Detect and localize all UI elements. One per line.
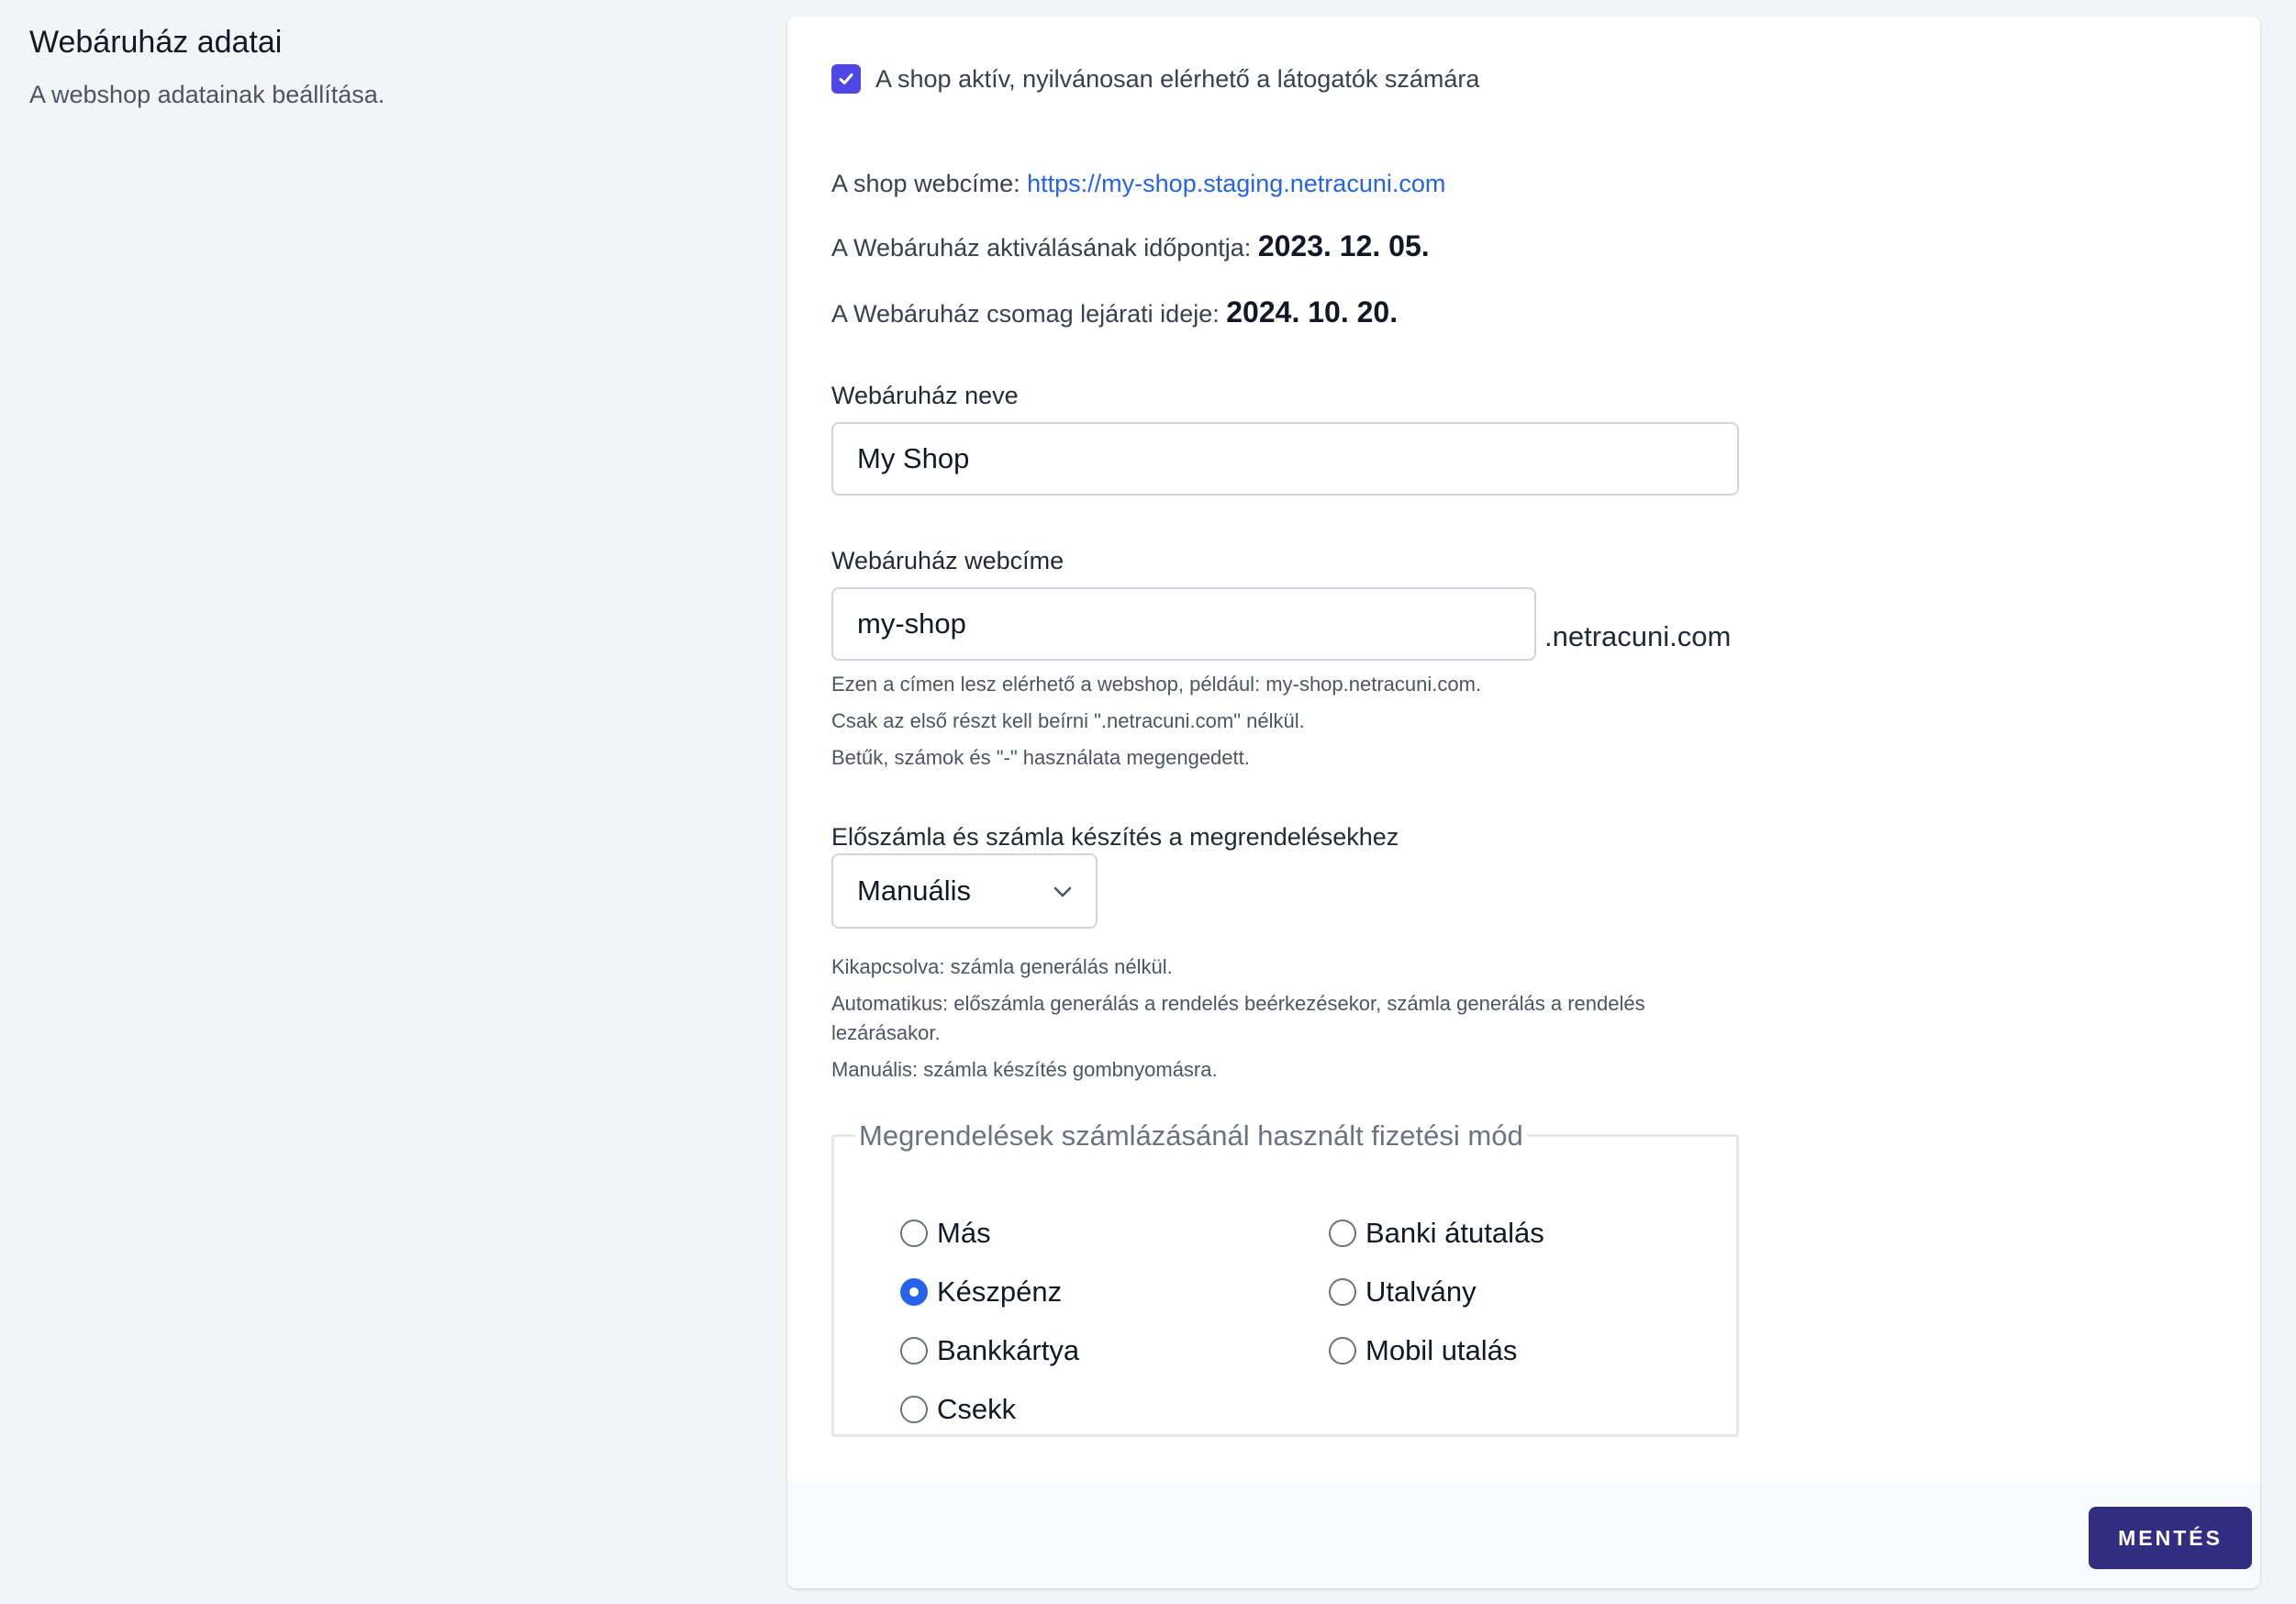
shop-name-label: Webáruház neve bbox=[831, 382, 1019, 409]
settings-card: A shop aktív, nyilvánosan elérhető a lát… bbox=[787, 17, 2260, 1588]
radio-button[interactable] bbox=[900, 1220, 928, 1247]
section-title: Webáruház adatai bbox=[29, 25, 283, 60]
payment-option-label: Készpénz bbox=[937, 1275, 1063, 1308]
payment-option-csekk[interactable]: Csekk bbox=[900, 1391, 1016, 1428]
payment-option-bankkartya[interactable]: Bankkártya bbox=[900, 1332, 1079, 1369]
section-header: Webáruház adatai A webshop adatainak beá… bbox=[29, 24, 745, 110]
shop-domain-help-3: Betűk, számok és "-" használata megenged… bbox=[831, 746, 1250, 769]
shop-domain-help-2: Csak az első részt kell beírni ".netracu… bbox=[831, 709, 1305, 732]
save-button[interactable]: MENTÉS bbox=[2089, 1507, 2252, 1569]
expiry-date-label: A Webáruház csomag lejárati ideje: bbox=[831, 300, 1220, 328]
invoicing-help-2: Automatikus: előszámla generálás a rende… bbox=[831, 992, 1645, 1044]
shop-url-label: A shop webcíme: bbox=[831, 170, 1020, 197]
invoicing-label: Előszámla és számla készítés a megrendel… bbox=[831, 823, 1399, 851]
invoicing-help-3: Manuális: számla készítés gombnyomásra. bbox=[831, 1058, 1218, 1081]
shop-active-label[interactable]: A shop aktív, nyilvánosan elérhető a lát… bbox=[875, 62, 1479, 95]
payment-method-legend: Megrendelések számlázásánál használt fiz… bbox=[855, 1118, 1527, 1154]
shop-domain-input[interactable]: my-shop bbox=[831, 587, 1536, 661]
shop-domain-help-1: Ezen a címen lesz elérhető a webshop, pé… bbox=[831, 673, 1482, 696]
activation-date-row: A Webáruház aktiválásának időpontja: 202… bbox=[831, 228, 1430, 266]
chevron-down-icon bbox=[1053, 886, 1072, 897]
card-body: A shop aktív, nyilvánosan elérhető a lát… bbox=[787, 17, 2260, 1481]
payment-option-label: Csekk bbox=[937, 1393, 1017, 1425]
invoicing-selected-value: Manuális bbox=[857, 874, 972, 907]
radio-button[interactable] bbox=[1329, 1278, 1356, 1306]
payment-option-label: Más bbox=[937, 1217, 991, 1249]
section-description: A webshop adatainak beállítása. bbox=[29, 81, 385, 108]
checkmark-icon bbox=[839, 73, 853, 84]
expiry-date-value: 2024. 10. 20. bbox=[1226, 295, 1399, 329]
payment-option-label: Bankkártya bbox=[937, 1334, 1080, 1366]
radio-button[interactable] bbox=[1329, 1220, 1356, 1247]
payment-option-mas[interactable]: Más bbox=[900, 1215, 991, 1252]
invoicing-help-1: Kikapcsolva: számla generálás nélkül. bbox=[831, 955, 1173, 978]
shop-active-checkbox[interactable] bbox=[831, 64, 861, 94]
shop-domain-label: Webáruház webcíme bbox=[831, 547, 1064, 574]
card-footer bbox=[787, 1481, 2260, 1588]
payment-option-banki-atutalas[interactable]: Banki átutalás bbox=[1329, 1215, 1544, 1252]
invoicing-select[interactable]: Manuális bbox=[831, 853, 1098, 929]
radio-button-selected[interactable] bbox=[900, 1278, 928, 1306]
activation-date-value: 2023. 12. 05. bbox=[1257, 229, 1430, 262]
payment-option-keszpenz[interactable]: Készpénz bbox=[900, 1274, 1062, 1310]
payment-option-label: Utalvány bbox=[1365, 1275, 1477, 1308]
payment-option-label: Mobil utalás bbox=[1365, 1334, 1518, 1366]
payment-option-utalvany[interactable]: Utalvány bbox=[1329, 1274, 1477, 1310]
radio-button[interactable] bbox=[1329, 1337, 1356, 1365]
shop-name-input[interactable]: My Shop bbox=[831, 422, 1739, 496]
shop-url-link[interactable]: https://my-shop.staging.netracuni.com bbox=[1027, 170, 1445, 197]
shop-url-row: A shop webcíme: https://my-shop.staging.… bbox=[831, 165, 1445, 202]
activation-date-label: A Webáruház aktiválásának időpontja: bbox=[831, 234, 1252, 262]
radio-button[interactable] bbox=[900, 1396, 928, 1423]
payment-option-label: Banki átutalás bbox=[1365, 1217, 1544, 1249]
shop-domain-suffix: .netracuni.com bbox=[1544, 620, 1732, 652]
expiry-date-row: A Webáruház csomag lejárati ideje: 2024.… bbox=[831, 294, 1398, 332]
radio-button[interactable] bbox=[900, 1337, 928, 1365]
payment-option-mobil-utalas[interactable]: Mobil utalás bbox=[1329, 1332, 1517, 1369]
